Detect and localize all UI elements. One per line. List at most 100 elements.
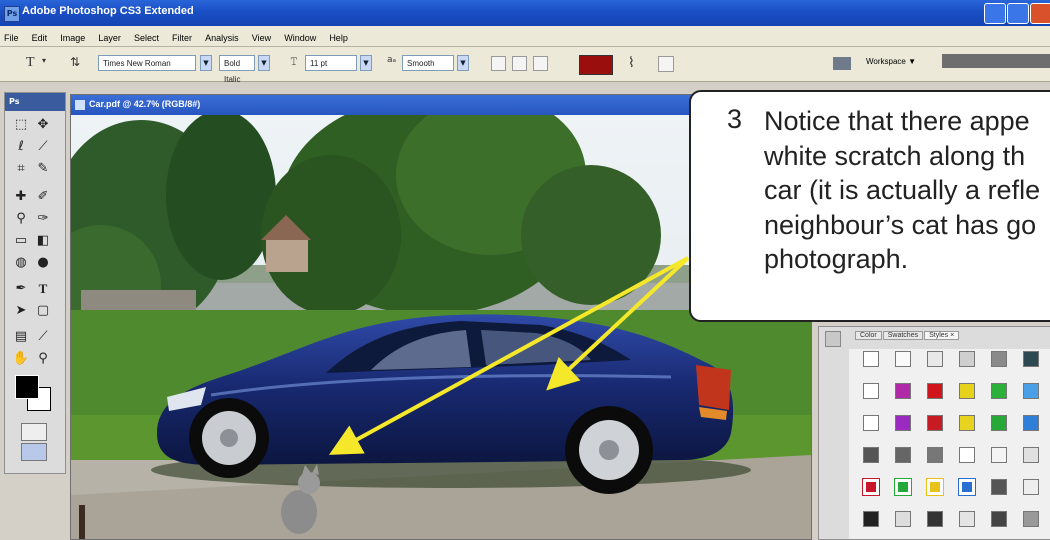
style-swatch[interactable] [863,447,879,463]
style-swatch[interactable] [991,351,1007,367]
notes-tool-icon[interactable]: ▤ [11,327,31,347]
menu-file[interactable]: File [0,30,23,43]
type-tool-icon[interactable]: T [33,279,53,299]
antialias-select[interactable]: Smooth [402,55,454,71]
eraser-tool-icon[interactable]: ▭ [11,231,31,251]
close-button[interactable] [1030,3,1050,24]
shape-tool-icon[interactable]: ▢ [33,301,53,321]
font-size-icon: 𝚃 [290,55,298,68]
lasso-tool-icon[interactable]: ℓ [11,137,31,157]
style-swatch[interactable] [959,415,975,431]
align-center-icon[interactable] [512,56,527,71]
style-swatch[interactable] [1023,479,1039,495]
pen-tool-icon[interactable]: ✒ [11,279,31,299]
tab-styles[interactable]: Styles × [924,331,960,340]
style-swatch[interactable] [895,447,911,463]
style-swatch[interactable] [927,351,943,367]
style-swatch[interactable] [991,511,1007,527]
style-swatch[interactable] [959,479,975,495]
font-style-select[interactable]: Bold Italic [219,55,255,84]
style-swatch[interactable] [959,383,975,399]
dropdown-arrow-icon[interactable]: ▾ [42,56,46,65]
align-left-icon[interactable] [491,56,506,71]
brush-tool-icon[interactable]: ✐ [33,187,53,207]
style-swatch[interactable] [927,383,943,399]
gradient-tool-icon[interactable]: ◧ [33,231,53,251]
marquee-tool-icon[interactable]: ⬚ [11,115,31,135]
magic-wand-tool-icon[interactable]: ⟋ [33,137,53,157]
style-swatch[interactable] [895,383,911,399]
callout-line: car (it is actually a refle [764,175,1041,205]
history-brush-tool-icon[interactable]: ✑ [33,209,53,229]
foreground-color-swatch[interactable] [15,375,39,399]
tools-panel-title: Ps [5,93,65,111]
style-swatch[interactable] [927,479,943,495]
crop-tool-icon[interactable]: ⌗ [11,159,31,179]
move-tool-icon[interactable]: ✥ [33,115,53,135]
style-swatch[interactable] [1023,415,1039,431]
menu-help[interactable]: Help [325,30,352,43]
style-swatch[interactable] [959,351,975,367]
font-family-dropdown-icon[interactable]: ▼ [200,55,212,71]
minimize-button[interactable] [984,3,1006,24]
style-swatch[interactable] [863,383,879,399]
font-style-dropdown-icon[interactable]: ▼ [258,55,270,71]
text-color-swatch[interactable] [579,55,613,75]
style-swatch[interactable] [1023,511,1039,527]
zoom-tool-icon[interactable]: ⚲ [33,349,53,369]
style-swatch[interactable] [927,511,943,527]
menu-window[interactable]: Window [280,30,320,43]
text-orientation-icon[interactable]: ⇅ [70,55,80,69]
menu-select[interactable]: Select [130,30,163,43]
style-swatch[interactable] [927,447,943,463]
style-swatch[interactable] [1023,383,1039,399]
font-family-select[interactable]: Times New Roman [98,55,196,71]
palette-collapse-icon[interactable] [825,331,841,347]
style-swatch[interactable] [863,511,879,527]
menu-analysis[interactable]: Analysis [201,30,243,43]
style-swatch[interactable] [895,511,911,527]
swatches-styles-palette: Color Swatches Styles × [818,326,1050,540]
tab-swatches[interactable]: Swatches [882,331,924,340]
menu-layer[interactable]: Layer [94,30,125,43]
blur-tool-icon[interactable]: ◍ [11,253,31,273]
style-swatch[interactable] [1023,351,1039,367]
style-swatch[interactable] [863,479,879,495]
slice-tool-icon[interactable]: ✎ [33,159,53,179]
font-size-select[interactable]: 11 pt [305,55,357,71]
tab-color[interactable]: Color [855,331,882,340]
style-swatch[interactable] [991,415,1007,431]
screen-mode-icon[interactable] [21,443,47,461]
style-swatch[interactable] [927,415,943,431]
font-size-dropdown-icon[interactable]: ▼ [360,55,372,71]
style-swatch[interactable] [863,415,879,431]
workspace-button[interactable]: Workspace ▼ [866,57,916,66]
antialias-dropdown-icon[interactable]: ▼ [457,55,469,71]
style-swatch[interactable] [959,511,975,527]
path-selection-tool-icon[interactable]: ➤ [11,301,31,321]
align-right-icon[interactable] [533,56,548,71]
style-swatch[interactable] [1023,447,1039,463]
style-swatch[interactable] [895,415,911,431]
menu-view[interactable]: View [248,30,275,43]
clone-stamp-tool-icon[interactable]: ⚲ [11,209,31,229]
character-panel-icon[interactable] [658,56,674,72]
maximize-button[interactable] [1007,3,1029,24]
style-swatch[interactable] [991,447,1007,463]
warp-text-icon[interactable]: ⌇ [628,55,635,71]
eyedropper-tool-icon[interactable]: ⟋ [33,327,53,347]
healing-brush-tool-icon[interactable]: ✚ [11,187,31,207]
style-swatch[interactable] [863,351,879,367]
menu-filter[interactable]: Filter [168,30,196,43]
tool-preset-text-icon[interactable]: T [26,55,35,71]
menu-edit[interactable]: Edit [28,30,52,43]
hand-tool-icon[interactable]: ✋ [11,349,31,369]
menu-image[interactable]: Image [56,30,89,43]
style-swatch[interactable] [959,447,975,463]
style-swatch[interactable] [991,479,1007,495]
dodge-tool-icon[interactable]: ● [33,253,53,273]
style-swatch[interactable] [991,383,1007,399]
style-swatch[interactable] [895,351,911,367]
style-swatch[interactable] [895,479,911,495]
quick-mask-icon[interactable] [21,423,47,441]
